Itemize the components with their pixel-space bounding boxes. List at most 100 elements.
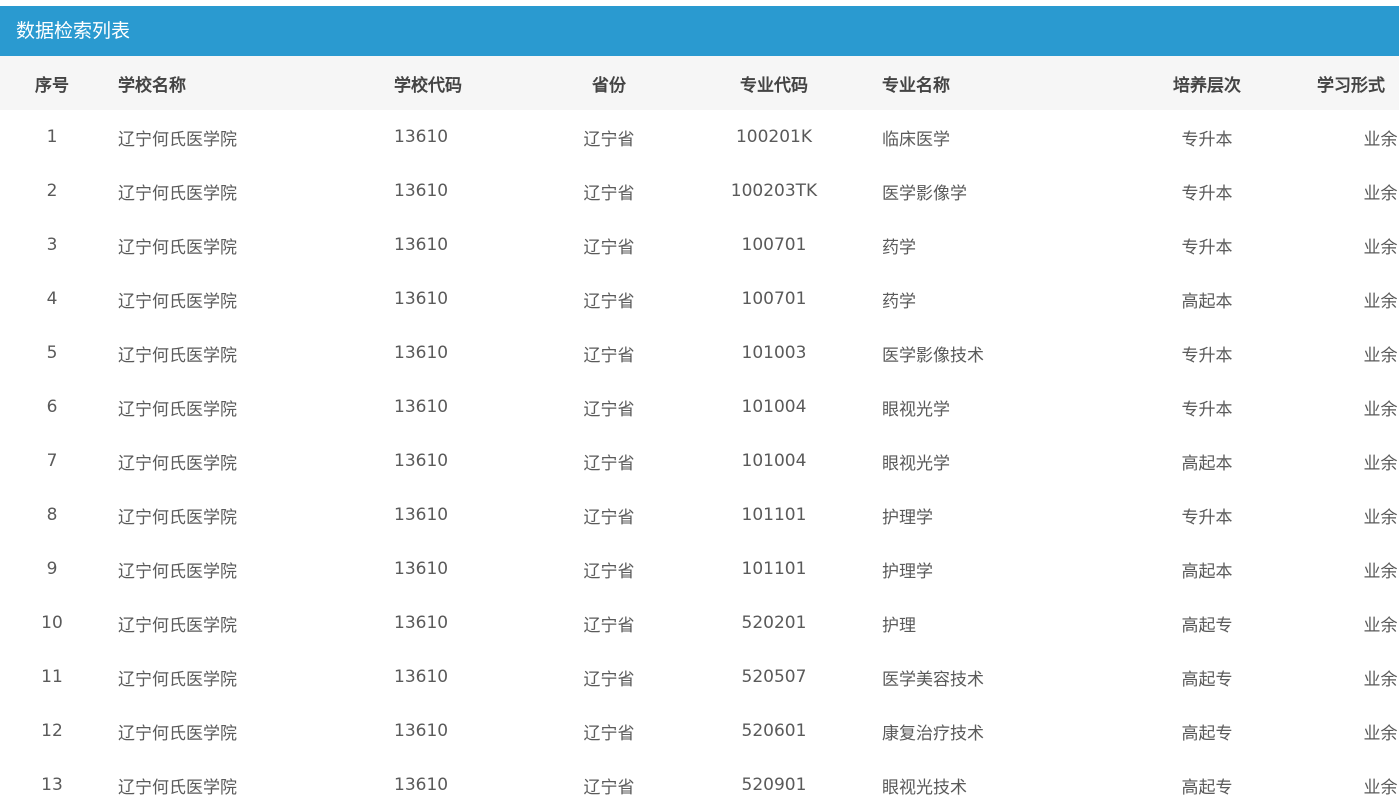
- cell-major-name: 护理学: [882, 507, 933, 528]
- cell-school-code: 13610: [394, 289, 449, 309]
- cell-province: 辽宁省: [583, 453, 635, 474]
- table-row: 5 辽宁何氏医学院 13610 辽宁省 101003 医学影像技术 专升本 业余: [0, 326, 1399, 380]
- cell-school-code: 13610: [394, 613, 449, 633]
- cell-school-name: 辽宁何氏医学院: [118, 777, 237, 798]
- cell-study-mode: 业余: [1363, 345, 1398, 366]
- cell-major-code: 100201K: [735, 127, 813, 147]
- cell-major-code: 520901: [741, 775, 807, 795]
- results-table: 序号 学校名称 学校代码 省份 专业代码 专业名称 培养层次 学习形式 1 辽宁何氏医学院 136…: [0, 56, 1399, 812]
- cell-major-code: 101101: [741, 505, 807, 525]
- cell-index: 5: [46, 343, 58, 363]
- cell-education-level: 专升本: [1181, 183, 1233, 204]
- cell-index: 1: [46, 127, 58, 147]
- cell-school-name: 辽宁何氏医学院: [118, 561, 237, 582]
- cell-index: 6: [46, 397, 58, 417]
- cell-province: 辽宁省: [583, 723, 635, 744]
- cell-study-mode: 业余: [1363, 507, 1398, 528]
- cell-major-name: 眼视光技术: [882, 777, 967, 798]
- cell-study-mode: 业余: [1363, 561, 1398, 582]
- table-row: 1 辽宁何氏医学院 13610 辽宁省 100201K 临床医学 专升本 业余: [0, 110, 1399, 164]
- cell-study-mode: 业余: [1363, 453, 1398, 474]
- table-body: 1 辽宁何氏医学院 13610 辽宁省 100201K 临床医学 专升本 业余 2 辽宁何氏医学院…: [0, 110, 1399, 812]
- cell-school-name: 辽宁何氏医学院: [118, 399, 237, 420]
- cell-school-name: 辽宁何氏医学院: [118, 669, 237, 690]
- cell-education-level: 高起专: [1181, 723, 1233, 744]
- cell-major-name: 临床医学: [882, 129, 950, 150]
- cell-school-name: 辽宁何氏医学院: [118, 615, 237, 636]
- cell-major-name: 护理学: [882, 561, 933, 582]
- cell-school-code: 13610: [394, 775, 449, 795]
- cell-school-code: 13610: [394, 397, 449, 417]
- table-row: 11 辽宁何氏医学院 13610 辽宁省 520507 医学美容技术 高起专 业余: [0, 650, 1399, 704]
- cell-education-level: 高起专: [1181, 615, 1233, 636]
- cell-index: 8: [46, 505, 58, 525]
- column-header-province: 省份: [592, 75, 626, 96]
- cell-major-name: 眼视光学: [882, 453, 950, 474]
- cell-school-code: 13610: [394, 235, 449, 255]
- panel-title: 数据检索列表: [0, 6, 1399, 56]
- cell-study-mode: 业余: [1363, 777, 1398, 798]
- cell-education-level: 高起专: [1181, 777, 1233, 798]
- cell-major-code: 520507: [741, 667, 807, 687]
- table-row: 2 辽宁何氏医学院 13610 辽宁省 100203TK 医学影像学 专升本 业余: [0, 164, 1399, 218]
- cell-major-code: 101004: [741, 451, 807, 471]
- cell-index: 9: [46, 559, 58, 579]
- table-row: 3 辽宁何氏医学院 13610 辽宁省 100701 药学 专升本 业余: [0, 218, 1399, 272]
- cell-school-name: 辽宁何氏医学院: [118, 453, 237, 474]
- table-row: 13 辽宁何氏医学院 13610 辽宁省 520901 眼视光技术 高起专 业余: [0, 758, 1399, 812]
- table-row: 6 辽宁何氏医学院 13610 辽宁省 101004 眼视光学 专升本 业余: [0, 380, 1399, 434]
- cell-study-mode: 业余: [1363, 183, 1398, 204]
- cell-index: 13: [41, 775, 63, 795]
- cell-province: 辽宁省: [583, 291, 635, 312]
- cell-province: 辽宁省: [583, 129, 635, 150]
- column-header-major-name: 专业名称: [882, 75, 950, 96]
- cell-major-code: 520601: [741, 721, 807, 741]
- cell-province: 辽宁省: [583, 777, 635, 798]
- cell-major-code: 100203TK: [730, 181, 818, 201]
- cell-education-level: 高起专: [1181, 669, 1233, 690]
- cell-school-code: 13610: [394, 451, 449, 471]
- cell-school-name: 辽宁何氏医学院: [118, 291, 237, 312]
- cell-index: 3: [46, 235, 58, 255]
- cell-study-mode: 业余: [1363, 615, 1398, 636]
- cell-school-name: 辽宁何氏医学院: [118, 345, 237, 366]
- column-header-school-name: 学校名称: [118, 75, 186, 96]
- cell-major-code: 100701: [741, 289, 807, 309]
- cell-education-level: 专升本: [1181, 129, 1233, 150]
- cell-major-name: 康复治疗技术: [882, 723, 984, 744]
- cell-index: 11: [41, 667, 63, 687]
- cell-school-code: 13610: [394, 559, 449, 579]
- header-row: 序号 学校名称 学校代码 省份 专业代码 专业名称 培养层次 学习形式: [0, 56, 1399, 110]
- column-header-study-mode: 学习形式: [1317, 75, 1385, 96]
- cell-major-name: 护理: [882, 615, 916, 636]
- cell-province: 辽宁省: [583, 615, 635, 636]
- cell-study-mode: 业余: [1363, 669, 1398, 690]
- cell-education-level: 专升本: [1181, 507, 1233, 528]
- cell-province: 辽宁省: [583, 669, 635, 690]
- cell-study-mode: 业余: [1363, 291, 1398, 312]
- cell-school-name: 辽宁何氏医学院: [118, 183, 237, 204]
- cell-education-level: 专升本: [1181, 237, 1233, 258]
- cell-education-level: 高起本: [1181, 453, 1233, 474]
- cell-major-name: 药学: [882, 237, 916, 258]
- cell-index: 10: [41, 613, 63, 633]
- column-header-major-code: 专业代码: [740, 75, 808, 96]
- table-row: 10 辽宁何氏医学院 13610 辽宁省 520201 护理 高起专 业余: [0, 596, 1399, 650]
- table-row: 12 辽宁何氏医学院 13610 辽宁省 520601 康复治疗技术 高起专 业余: [0, 704, 1399, 758]
- column-header-education-level: 培养层次: [1173, 75, 1241, 96]
- cell-study-mode: 业余: [1363, 723, 1398, 744]
- cell-school-name: 辽宁何氏医学院: [118, 237, 237, 258]
- column-header-index: 序号: [35, 75, 69, 96]
- table-row: 8 辽宁何氏医学院 13610 辽宁省 101101 护理学 专升本 业余: [0, 488, 1399, 542]
- cell-major-code: 520201: [741, 613, 807, 633]
- cell-major-code: 101004: [741, 397, 807, 417]
- table-row: 7 辽宁何氏医学院 13610 辽宁省 101004 眼视光学 高起本 业余: [0, 434, 1399, 488]
- cell-major-code: 101003: [741, 343, 807, 363]
- cell-province: 辽宁省: [583, 183, 635, 204]
- cell-major-name: 医学影像学: [882, 183, 967, 204]
- cell-province: 辽宁省: [583, 237, 635, 258]
- table-row: 4 辽宁何氏医学院 13610 辽宁省 100701 药学 高起本 业余: [0, 272, 1399, 326]
- cell-school-code: 13610: [394, 667, 449, 687]
- cell-study-mode: 业余: [1363, 399, 1398, 420]
- cell-education-level: 高起本: [1181, 291, 1233, 312]
